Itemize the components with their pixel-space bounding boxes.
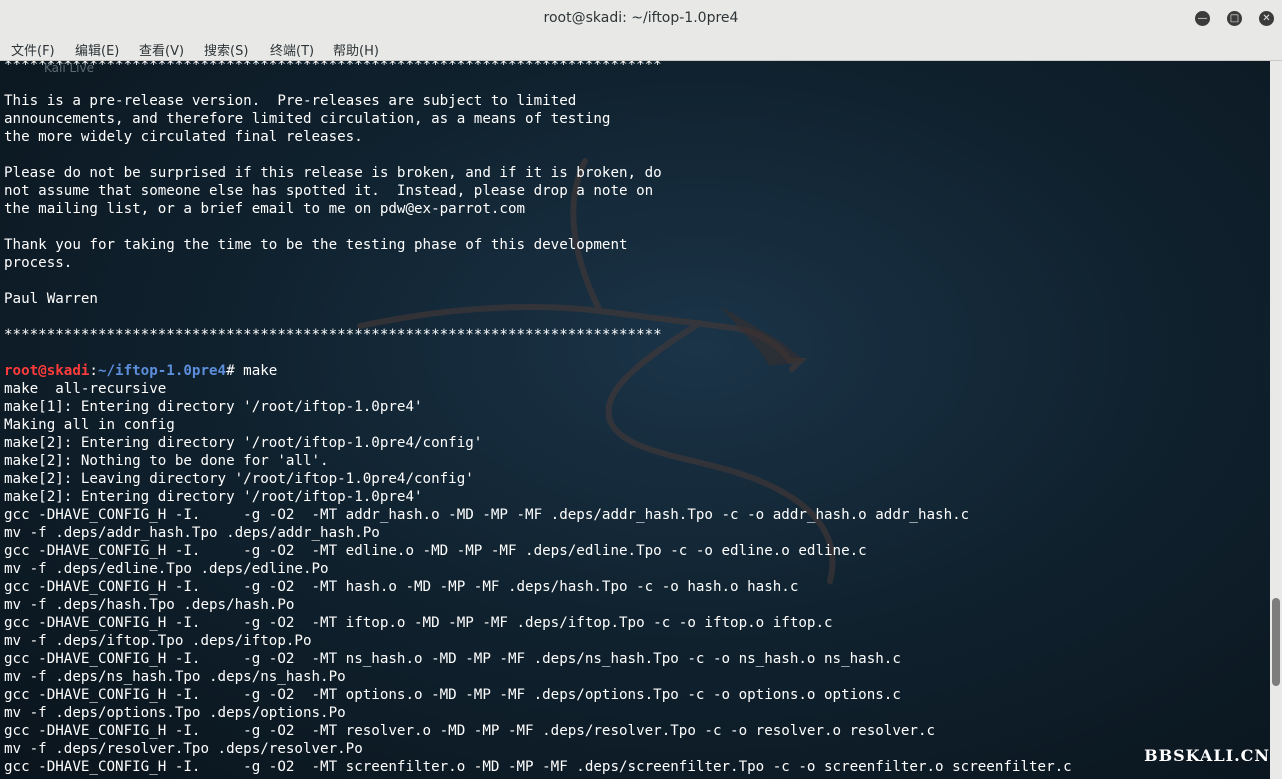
terminal-line: make[2]: Leaving directory '/root/iftop-… <box>4 471 474 487</box>
terminal-line: process. <box>4 255 73 271</box>
terminal-line: Making all in config <box>4 417 175 433</box>
terminal-output[interactable]: Kali Live ******************************… <box>0 61 1270 779</box>
scrollbar[interactable] <box>1270 61 1282 779</box>
terminal-line: ****************************************… <box>4 327 662 343</box>
menu-edit[interactable]: 编辑(E) <box>75 40 119 59</box>
terminal-line: gcc -DHAVE_CONFIG_H -I. -g -O2 -MT resol… <box>4 723 936 739</box>
terminal-line: gcc -DHAVE_CONFIG_H -I. -g -O2 -MT scree… <box>4 759 1072 775</box>
menu-help[interactable]: 帮助(H) <box>333 40 379 59</box>
prompt-separator: : <box>89 363 98 379</box>
terminal-lines: ****************************************… <box>4 61 1072 776</box>
menu-bar: 文件(F) 编辑(E) 查看(V) 搜索(S) 终端(T) 帮助(H) <box>0 36 1282 61</box>
terminal-line: mv -f .deps/edline.Tpo .deps/edline.Po <box>4 561 329 577</box>
terminal-window: root@skadi: ~/iftop-1.0pre4 — □ ✕ 文件(F) … <box>0 0 1282 779</box>
terminal-line: ****************************************… <box>4 61 662 73</box>
terminal-line: mv -f .deps/options.Tpo .deps/options.Po <box>4 705 346 721</box>
terminal-line: make[2]: Entering directory '/root/iftop… <box>4 489 423 505</box>
minimize-icon[interactable]: — <box>1195 11 1210 26</box>
terminal-line: mv -f .deps/hash.Tpo .deps/hash.Po <box>4 597 295 613</box>
terminal-line: make[2]: Nothing to be done for 'all'. <box>4 453 329 469</box>
terminal-line: mv -f .deps/iftop.Tpo .deps/iftop.Po <box>4 633 312 649</box>
scrollbar-thumb[interactable] <box>1272 598 1280 686</box>
prompt-path: ~/iftop-1.0pre4 <box>97 363 227 379</box>
terminal-line: Thank you for taking the time to be the … <box>4 237 628 253</box>
window-title: root@skadi: ~/iftop-1.0pre4 <box>543 10 739 26</box>
terminal-line: make all-recursive <box>4 381 167 397</box>
title-bar[interactable]: root@skadi: ~/iftop-1.0pre4 — □ ✕ <box>0 0 1282 37</box>
terminal-line: announcements, and therefore limited cir… <box>4 111 611 127</box>
menu-terminal[interactable]: 终端(T) <box>270 40 314 59</box>
prompt-command: make <box>234 363 278 379</box>
menu-file[interactable]: 文件(F) <box>11 40 55 59</box>
maximize-icon[interactable]: □ <box>1227 11 1242 26</box>
terminal-line: Paul Warren <box>4 291 98 307</box>
terminal-line: gcc -DHAVE_CONFIG_H -I. -g -O2 -MT hash.… <box>4 579 799 595</box>
terminal-line: gcc -DHAVE_CONFIG_H -I. -g -O2 -MT edlin… <box>4 543 867 559</box>
menu-view[interactable]: 查看(V) <box>139 40 184 59</box>
prompt-symbol: # <box>226 363 235 379</box>
watermark: BBSKALI.CN <box>1144 746 1270 765</box>
terminal-line: mv -f .deps/resolver.Tpo .deps/resolver.… <box>4 741 363 757</box>
terminal-line: mv -f .deps/ns_hash.Tpo .deps/ns_hash.Po <box>4 669 346 685</box>
terminal-line: gcc -DHAVE_CONFIG_H -I. -g -O2 -MT ns_ha… <box>4 651 901 667</box>
terminal-line: make[2]: Entering directory '/root/iftop… <box>4 435 483 451</box>
terminal-line: gcc -DHAVE_CONFIG_H -I. -g -O2 -MT optio… <box>4 687 901 703</box>
terminal-line: the more widely circulated final release… <box>4 129 363 145</box>
terminal-line: gcc -DHAVE_CONFIG_H -I. -g -O2 -MT iftop… <box>4 615 833 631</box>
terminal-line: This is a pre-release version. Pre-relea… <box>4 93 577 109</box>
terminal-line: Please do not be surprised if this relea… <box>4 165 662 181</box>
terminal-line: mv -f .deps/addr_hash.Tpo .deps/addr_has… <box>4 525 380 541</box>
prompt-user-host: root@skadi <box>4 363 90 379</box>
prompt-line: root@skadi:~/iftop-1.0pre4# make <box>4 362 1072 380</box>
terminal-line: the mailing list, or a brief email to me… <box>4 201 526 217</box>
close-icon[interactable]: ✕ <box>1259 11 1274 26</box>
menu-search[interactable]: 搜索(S) <box>204 40 248 59</box>
terminal-line: not assume that someone else has spotted… <box>4 183 654 199</box>
terminal-line: make[1]: Entering directory '/root/iftop… <box>4 399 423 415</box>
terminal-line: gcc -DHAVE_CONFIG_H -I. -g -O2 -MT addr_… <box>4 507 970 523</box>
